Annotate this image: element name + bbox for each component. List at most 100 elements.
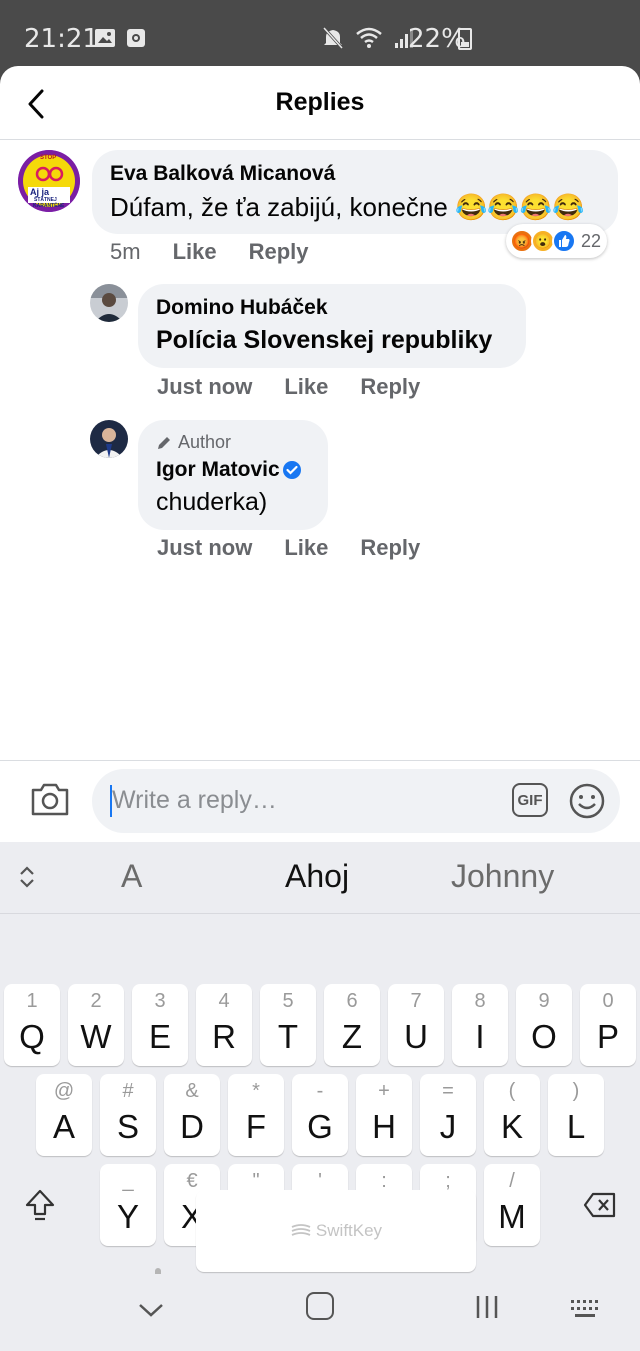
key-label: R xyxy=(212,1018,236,1055)
key-label: M xyxy=(498,1198,526,1235)
mute-icon xyxy=(322,26,344,50)
author-badge: Author xyxy=(156,432,231,453)
key-z[interactable]: 6Z xyxy=(324,984,380,1066)
system-navigation-bar xyxy=(0,1274,640,1351)
recents-icon xyxy=(476,1296,498,1318)
replies-sheet: Replies STOP Aj ja ŠTÁTNEJ KARANTÉNE Eva… xyxy=(0,66,640,1351)
reply-timestamp: Just now xyxy=(157,374,253,399)
shift-icon xyxy=(25,1189,55,1221)
comment-bubble[interactable]: Eva Balková Micanová Dúfam, že ťa zabijú… xyxy=(92,150,618,234)
key-w[interactable]: 2W xyxy=(68,984,124,1066)
comment-author[interactable]: Eva Balková Micanová xyxy=(110,162,335,186)
status-time: 21:21 xyxy=(24,24,99,54)
reply-button[interactable]: Reply xyxy=(360,535,420,561)
reply-input[interactable]: Write a reply… GIF xyxy=(92,769,620,833)
key-label: G xyxy=(307,1108,333,1145)
key-label: I xyxy=(475,1018,485,1055)
author-badge-label: Author xyxy=(178,432,232,452)
key-o[interactable]: 9O xyxy=(516,984,572,1066)
key-label: T xyxy=(277,1018,299,1055)
reaction-summary[interactable]: 😡 😮 22 xyxy=(506,224,608,258)
shift-key[interactable] xyxy=(10,1164,70,1246)
smiley-icon xyxy=(569,783,605,819)
key-l[interactable]: ) L xyxy=(548,1074,604,1156)
key-alt-label: ( xyxy=(508,1080,516,1102)
key-u[interactable]: 7U xyxy=(388,984,444,1066)
key-d[interactable]: & D xyxy=(164,1074,220,1156)
suggestion-3[interactable]: Johnny xyxy=(451,858,554,895)
like-button[interactable]: Like xyxy=(284,535,328,561)
swiftkey-icon xyxy=(291,1224,311,1236)
keyboard: A Ahoj Johnny 1Q2W3E4R5T6Z7U8I9O0P @ A # S &… xyxy=(0,842,640,1351)
reply-bubble[interactable]: Domino Hubáček Polícia Slovenskej republ… xyxy=(138,284,526,368)
key-e[interactable]: 3E xyxy=(132,984,188,1066)
avatar[interactable]: STOP Aj ja ŠTÁTNEJ KARANTÉNE xyxy=(18,150,80,212)
key-alt-label: = xyxy=(442,1080,454,1102)
reply-author-row: Igor Matovic xyxy=(156,458,302,482)
hide-keyboard-button[interactable] xyxy=(136,1300,166,1325)
like-button[interactable]: Like xyxy=(173,239,217,265)
keyboard-switch-button[interactable] xyxy=(570,1298,602,1325)
key-label: J xyxy=(439,1108,457,1145)
reply-button[interactable]: Reply xyxy=(249,239,309,265)
key-j[interactable]: = J xyxy=(420,1074,476,1156)
key-q[interactable]: 1Q xyxy=(4,984,60,1066)
avatar[interactable] xyxy=(90,420,128,458)
recents-button[interactable] xyxy=(474,1294,500,1325)
emoji-button[interactable] xyxy=(568,782,606,825)
reply-author[interactable]: Igor Matovic xyxy=(156,458,280,482)
key-alt-label: 5 xyxy=(282,990,294,1012)
avatar-text-top: STOP xyxy=(40,155,57,161)
key-p[interactable]: 0P xyxy=(580,984,636,1066)
key-alt-label: 7 xyxy=(410,990,422,1012)
reply-composer: Write a reply… GIF xyxy=(0,760,640,842)
avatar[interactable] xyxy=(90,284,128,322)
key-i[interactable]: 8I xyxy=(452,984,508,1066)
key-y[interactable]: _ Y xyxy=(100,1164,156,1246)
expand-toolbar-button[interactable] xyxy=(16,864,38,895)
backspace-key[interactable] xyxy=(570,1164,630,1246)
reply-button[interactable]: Reply xyxy=(360,374,420,400)
header: Replies xyxy=(0,66,640,140)
key-alt-label: 4 xyxy=(218,990,230,1012)
reply-author[interactable]: Domino Hubáček xyxy=(156,296,328,320)
key-alt-label: - xyxy=(316,1080,324,1102)
reply-text: chuderka) xyxy=(156,488,268,516)
key-k[interactable]: (K xyxy=(484,1074,540,1156)
key-alt-label: 1 xyxy=(26,990,38,1012)
reply-actions: Just now Like Reply xyxy=(157,535,420,561)
backspace-icon xyxy=(583,1192,616,1218)
key-label: Q xyxy=(19,1018,45,1055)
home-button[interactable] xyxy=(306,1292,334,1320)
chevron-down-icon xyxy=(139,1304,163,1317)
reply-bubble[interactable]: Author Igor Matovic chuderka) xyxy=(138,420,328,530)
suggestion-1[interactable]: A xyxy=(121,858,142,895)
key-h[interactable]: + H xyxy=(356,1074,412,1156)
key-f[interactable]: * F xyxy=(228,1074,284,1156)
key-alt-label: _ xyxy=(122,1170,134,1192)
key-g[interactable]: -G xyxy=(292,1074,348,1156)
key-alt-label: ) xyxy=(572,1080,580,1102)
key-r[interactable]: 4R xyxy=(196,984,252,1066)
like-button[interactable]: Like xyxy=(284,374,328,400)
swiftkey-logo: SwiftKey xyxy=(290,1221,382,1241)
key-alt-label: 9 xyxy=(538,990,550,1012)
key-t[interactable]: 5T xyxy=(260,984,316,1066)
key-s[interactable]: # S xyxy=(100,1074,156,1156)
space-key[interactable]: SwiftKey xyxy=(196,1190,476,1272)
key-a[interactable]: @ A xyxy=(36,1074,92,1156)
expand-icon xyxy=(20,866,34,888)
gif-button[interactable]: GIF xyxy=(512,783,548,817)
reaction-count: 22 xyxy=(581,230,602,251)
key-label: P xyxy=(596,1018,619,1055)
key-label: U xyxy=(404,1018,428,1055)
suggestion-2[interactable]: Ahoj xyxy=(285,858,349,895)
key-alt-label: # xyxy=(122,1080,134,1102)
camera-button[interactable] xyxy=(30,781,70,822)
key-label: K xyxy=(500,1108,523,1145)
battery-icon xyxy=(458,28,472,50)
key-alt-label: + xyxy=(378,1080,390,1102)
key-m[interactable]: / M xyxy=(484,1164,540,1246)
reply-placeholder: Write a reply… xyxy=(112,786,277,814)
like-reaction-icon xyxy=(552,229,576,253)
